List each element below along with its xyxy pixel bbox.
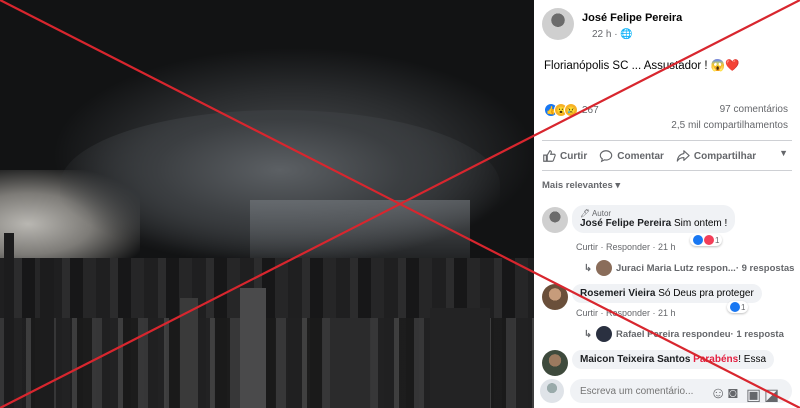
reply-count: · 1 resposta xyxy=(730,328,784,340)
camera-icon[interactable]: ◙ xyxy=(728,385,740,402)
like-reaction-icon xyxy=(693,235,703,245)
comment-reactions[interactable]: 1 xyxy=(727,301,749,313)
post-text: Florianópolis SC ... Assustador ! 😱❤️ xyxy=(544,60,740,72)
emoji-icon[interactable]: ☺ xyxy=(710,385,726,402)
gif-icon[interactable]: ▣ xyxy=(746,385,761,404)
comment-meta[interactable]: Curtir · Responder · 21 h xyxy=(576,308,676,318)
photo-tower xyxy=(40,258,54,408)
reply-summary: Rafael Pereira respondeu xyxy=(615,328,731,340)
reply-arrow-icon: ↳ xyxy=(584,328,592,340)
post-header: José Felipe Pereira 22 h · 🌐 xyxy=(542,8,682,40)
post-time[interactable]: 22 h · 🌐 xyxy=(592,29,633,40)
commenter-avatar[interactable] xyxy=(542,207,568,233)
photo-tower xyxy=(180,298,198,408)
comment-text: ! Essa xyxy=(738,354,767,365)
post-panel: José Felipe Pereira 22 h · 🌐 Florianópol… xyxy=(534,0,800,408)
sticker-icon[interactable]: ◪ xyxy=(764,385,779,404)
author-name[interactable]: José Felipe Pereira xyxy=(582,12,682,24)
share-icon xyxy=(676,150,690,162)
view-replies-link[interactable]: ↳ Juraci Maria Lutz respon... · 9 respos… xyxy=(584,260,794,276)
commenter-avatar[interactable] xyxy=(542,284,568,310)
commenter-name[interactable]: José Felipe Pereira xyxy=(580,218,671,229)
divider xyxy=(542,170,792,171)
comment-sort-dropdown[interactable]: Mais relevantes ▾ xyxy=(542,180,620,191)
commenter-name[interactable]: Maicon Teixeira Santos xyxy=(580,354,690,365)
comment-input[interactable] xyxy=(580,379,710,403)
comment-text: Sim ontem ! xyxy=(671,218,728,229)
comment-reaction-count: 1 xyxy=(715,235,720,245)
author-avatar[interactable] xyxy=(542,8,574,40)
comment-bubble: Maicon Teixeira Santos Parabéns! Essa xyxy=(572,350,775,369)
reply-summary: Juraci Maria Lutz respon... xyxy=(615,262,736,274)
replier-avatar xyxy=(595,260,612,276)
author-badge: 🖊 Autor xyxy=(580,209,612,218)
reaction-count: 267 xyxy=(582,104,599,116)
thumbs-up-icon xyxy=(543,150,556,162)
comment-bubble: 🖊 Autor José Felipe Pereira Sim ontem ! xyxy=(572,205,736,233)
comment-button[interactable]: Comentar xyxy=(599,149,664,163)
comments-count[interactable]: 97 comentários xyxy=(720,104,788,115)
comment-reactions[interactable]: 1 xyxy=(690,234,723,246)
like-button[interactable]: Curtir xyxy=(542,149,587,163)
comment-label: Comentar xyxy=(617,150,664,162)
photo-building xyxy=(430,308,490,408)
divider xyxy=(542,140,792,141)
share-label: Compartilhar xyxy=(693,150,757,162)
current-user-avatar xyxy=(540,379,564,403)
reaction-summary[interactable]: 👍 😮 😢 267 xyxy=(544,103,599,117)
post-actions: Curtir Comentar Compartilhar ▼ xyxy=(542,144,792,168)
photo-tower xyxy=(240,288,266,408)
replier-avatar xyxy=(595,326,612,342)
view-replies-link[interactable]: ↳ Rafael Pereira respondeu · 1 resposta xyxy=(584,326,784,342)
commenter-avatar[interactable] xyxy=(542,350,568,376)
commenter-name[interactable]: Rosemeri Vieira xyxy=(580,288,655,299)
photo-building xyxy=(330,318,370,408)
comment-icon xyxy=(599,150,613,163)
comment-reaction-count: 1 xyxy=(741,302,746,312)
shares-count[interactable]: 2,5 mil compartilhamentos xyxy=(671,120,788,131)
share-options-icon[interactable]: ▼ xyxy=(779,148,788,158)
photo-tower xyxy=(4,233,14,408)
like-label: Curtir xyxy=(560,150,588,162)
globe-icon: 🌐 xyxy=(620,29,633,40)
love-reaction-icon xyxy=(704,235,714,245)
comment-mention[interactable]: Parabéns xyxy=(690,354,738,365)
sad-reaction-icon: 😢 xyxy=(564,103,578,117)
comment-text: Só Deus pra proteger xyxy=(655,288,754,299)
share-button[interactable]: Compartilhar xyxy=(676,149,756,163)
post-photo[interactable] xyxy=(0,0,534,408)
reply-arrow-icon: ↳ xyxy=(584,262,592,274)
comment-meta[interactable]: Curtir · Responder · 21 h xyxy=(576,242,676,252)
reply-count: · 9 respostas xyxy=(735,262,795,274)
like-reaction-icon xyxy=(730,302,740,312)
comment-composer[interactable]: ☺ ◙ ▣ ◪ xyxy=(570,379,792,404)
